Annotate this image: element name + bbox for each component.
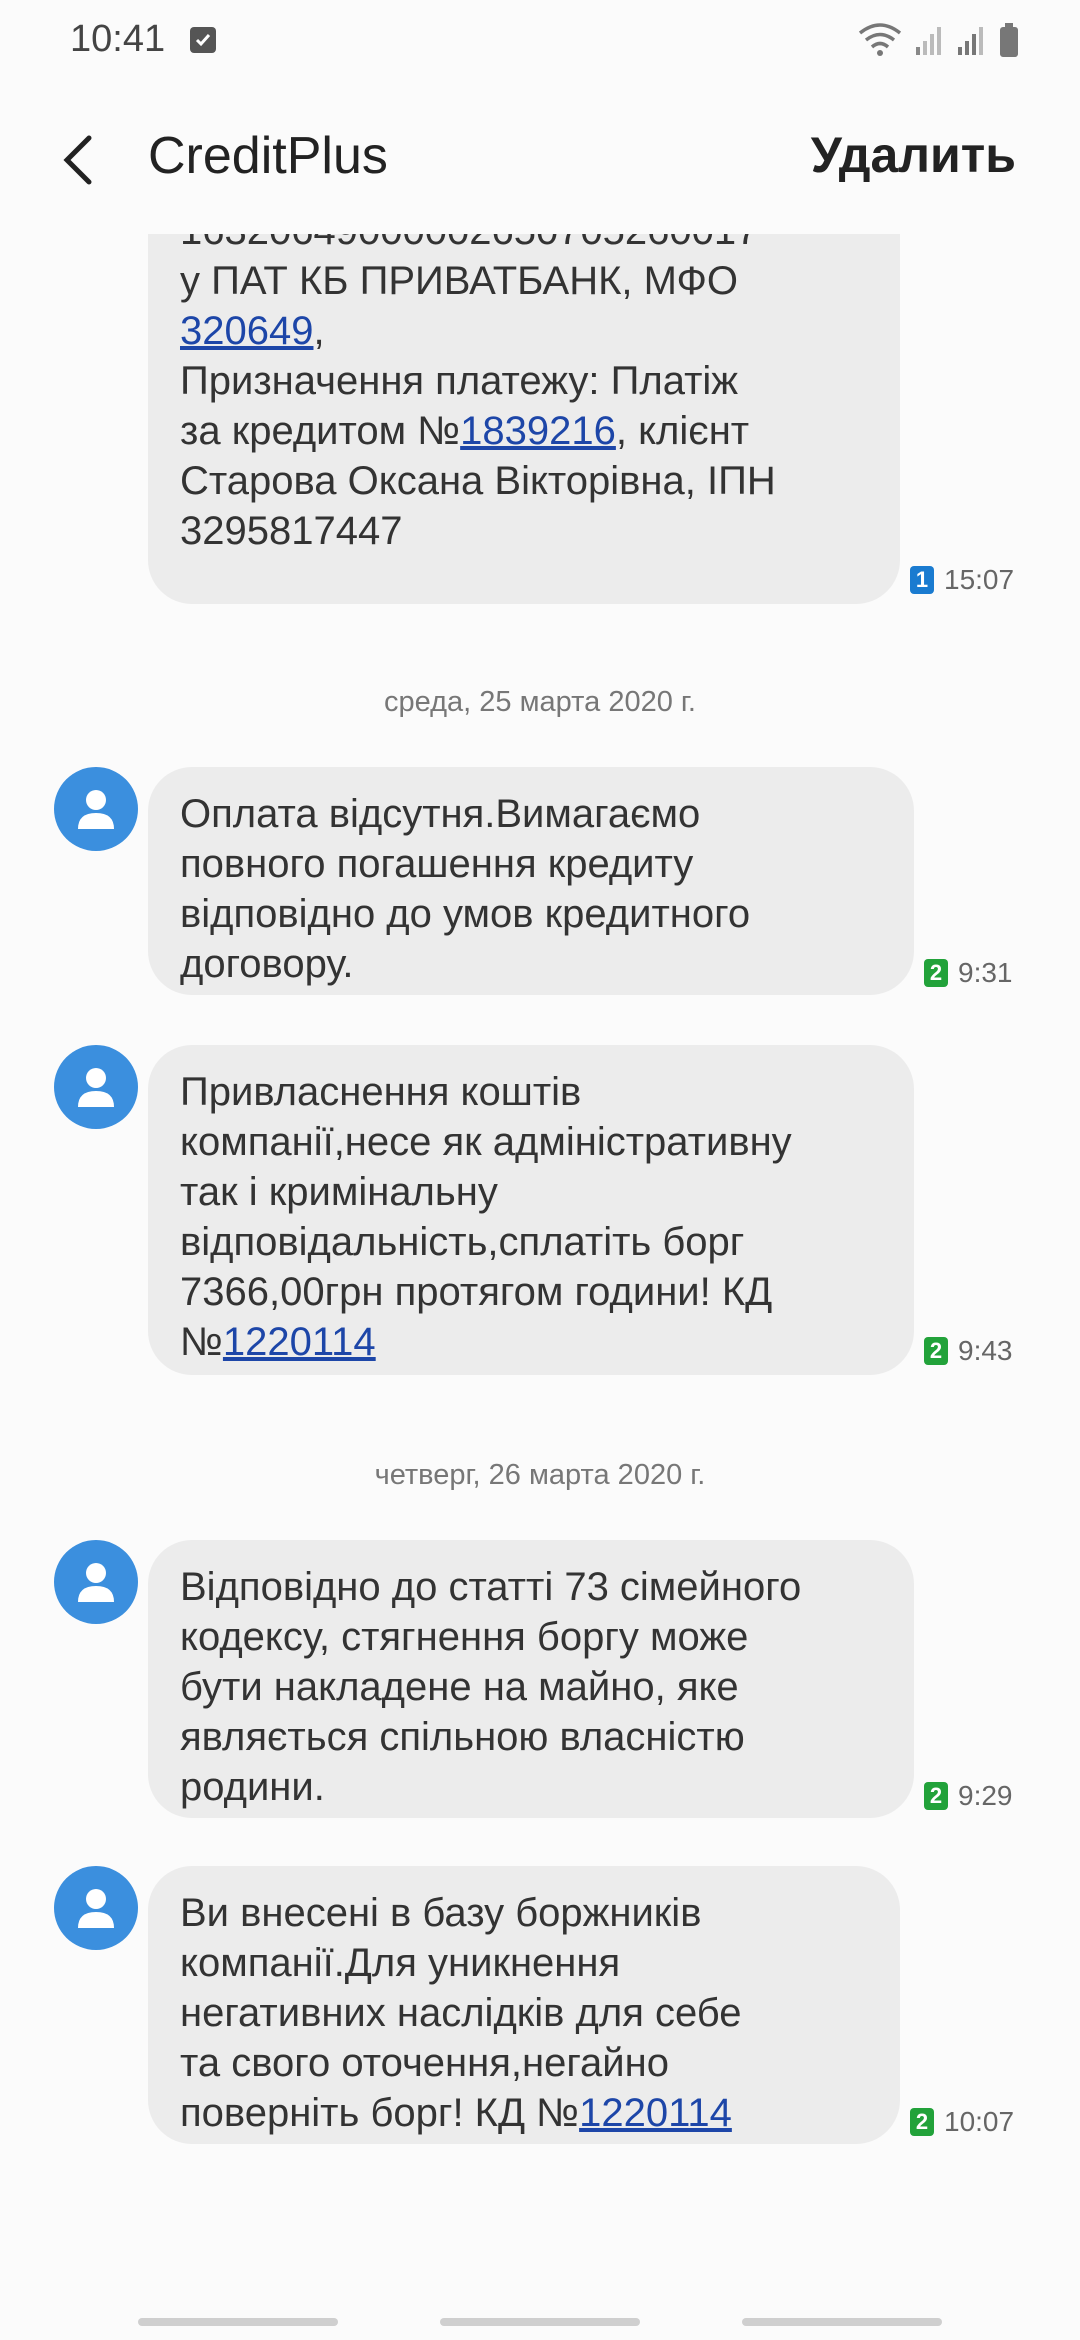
message-meta: 2 9:31 xyxy=(924,957,1013,989)
sim-badge: 2 xyxy=(910,2108,934,2136)
message-line: Старова Оксана Вікторівна, ІПН xyxy=(180,459,776,503)
back-button[interactable] xyxy=(55,124,115,194)
message-line: 7366,00грн протягом години! КД xyxy=(180,1270,773,1314)
notification-check-icon xyxy=(190,27,216,53)
battery-icon xyxy=(1000,23,1018,57)
message-line: відповідальність,сплатіть борг xyxy=(180,1220,745,1264)
message-bubble[interactable]: Привласнення коштів компанії,несе як адм… xyxy=(148,1045,914,1375)
mfo-link[interactable]: 320649 xyxy=(180,309,313,353)
navigation-bar xyxy=(0,2300,1080,2340)
nav-home-button[interactable] xyxy=(440,2318,640,2326)
message-line: за кредитом №1839216, клієнт xyxy=(180,409,750,453)
message-line: компанії,несе як адміністративну xyxy=(180,1120,792,1164)
status-time: 10:41 xyxy=(70,18,166,60)
contact-avatar[interactable] xyxy=(54,1540,138,1624)
contract-number-link[interactable]: 1220114 xyxy=(223,1320,376,1364)
person-icon xyxy=(78,1889,114,1928)
message-line: Оплата відсутня.Вимагаємо xyxy=(180,792,701,836)
message-meta: 1 15:07 xyxy=(910,564,1014,596)
conversation-header: CreditPlus Удалить xyxy=(0,84,1080,234)
message-line: та свого оточення,негайно xyxy=(180,2041,669,2085)
message-text: поверніть борг! КД № xyxy=(180,2091,580,2135)
message-line: Відповідно до статті 73 сімейного xyxy=(180,1565,802,1609)
message-time: 9:29 xyxy=(958,1780,1013,1811)
message-line: 3295817447 xyxy=(180,509,403,553)
message-line: бути накладене на майно, яке xyxy=(180,1665,739,1709)
message-line: компанії.Для уникнення xyxy=(180,1941,621,1985)
status-bar: 10:41 xyxy=(0,0,1080,84)
message-bubble[interactable]: 16320649000002650705260017 у ПАТ КБ ПРИВ… xyxy=(148,234,900,604)
signal-2-icon xyxy=(958,27,983,55)
message-line: являється спільною власністю xyxy=(180,1715,745,1759)
contact-avatar[interactable] xyxy=(54,1045,138,1129)
message-line: №1220114 xyxy=(180,1317,882,1367)
message-time: 10:07 xyxy=(944,2106,1015,2137)
message-time: 9:31 xyxy=(958,957,1013,988)
message-line: Призначення платежу: Платіж xyxy=(180,359,739,403)
message-line: 16320649000002650705260017 xyxy=(180,234,868,256)
contact-avatar[interactable] xyxy=(54,1866,138,1950)
message-line: негативних наслідків для себе xyxy=(180,1991,742,2035)
message-meta: 2 10:07 xyxy=(910,2106,1014,2138)
message-line: 320649, xyxy=(180,309,325,353)
sim-badge: 2 xyxy=(924,1337,948,1365)
credit-number-link[interactable]: 1839216 xyxy=(460,409,616,453)
date-separator: среда, 25 марта 2020 г. xyxy=(384,686,696,718)
message-time: 15:07 xyxy=(944,564,1015,595)
wifi-icon xyxy=(858,23,902,56)
message-line: Привласнення коштів xyxy=(180,1070,582,1114)
message-line: у ПАТ КБ ПРИВАТБАНК, МФО xyxy=(180,259,739,303)
signal-1-icon xyxy=(916,27,941,55)
contact-avatar[interactable] xyxy=(54,767,138,851)
delete-button[interactable]: Удалить xyxy=(811,126,1016,184)
status-icons xyxy=(858,20,1020,60)
person-icon xyxy=(78,1068,114,1107)
message-line: поверніть борг! КД №1220114 xyxy=(180,2088,868,2138)
back-arrow-icon xyxy=(63,135,92,185)
message-time: 9:43 xyxy=(958,1335,1013,1366)
message-meta: 2 9:29 xyxy=(924,1780,1013,1812)
sim-badge: 2 xyxy=(924,959,948,987)
sim-badge: 2 xyxy=(924,1782,948,1810)
message-text: № xyxy=(180,1320,223,1364)
person-icon xyxy=(78,790,114,829)
sim-badge: 1 xyxy=(910,566,934,594)
message-line: родини. xyxy=(180,1765,325,1809)
message-bubble[interactable]: Відповідно до статті 73 сімейного кодекс… xyxy=(148,1540,914,1818)
person-icon xyxy=(78,1563,114,1602)
message-line: договору. xyxy=(180,942,354,986)
conversation-title: CreditPlus xyxy=(148,127,388,185)
date-separator: четверг, 26 марта 2020 г. xyxy=(374,1459,706,1491)
message-line: відповідно до умов кредитного xyxy=(180,892,751,936)
nav-recents-button[interactable] xyxy=(138,2318,338,2326)
message-bubble[interactable]: Ви внесені в базу боржників компанії.Для… xyxy=(148,1866,900,2144)
message-line: так і кримінальну xyxy=(180,1170,498,1214)
message-line: повного погашення кредиту xyxy=(180,842,694,886)
nav-back-button[interactable] xyxy=(742,2318,942,2326)
message-meta: 2 9:43 xyxy=(924,1335,1013,1367)
message-list[interactable]: 16320649000002650705260017 у ПАТ КБ ПРИВ… xyxy=(0,234,1080,2274)
message-line: Ви внесені в базу боржників xyxy=(180,1891,702,1935)
contract-number-link[interactable]: 1220114 xyxy=(579,2091,732,2135)
message-line: кодексу, стягнення боргу може xyxy=(180,1615,749,1659)
message-bubble[interactable]: Оплата відсутня.Вимагаємо повного погаше… xyxy=(148,767,914,995)
